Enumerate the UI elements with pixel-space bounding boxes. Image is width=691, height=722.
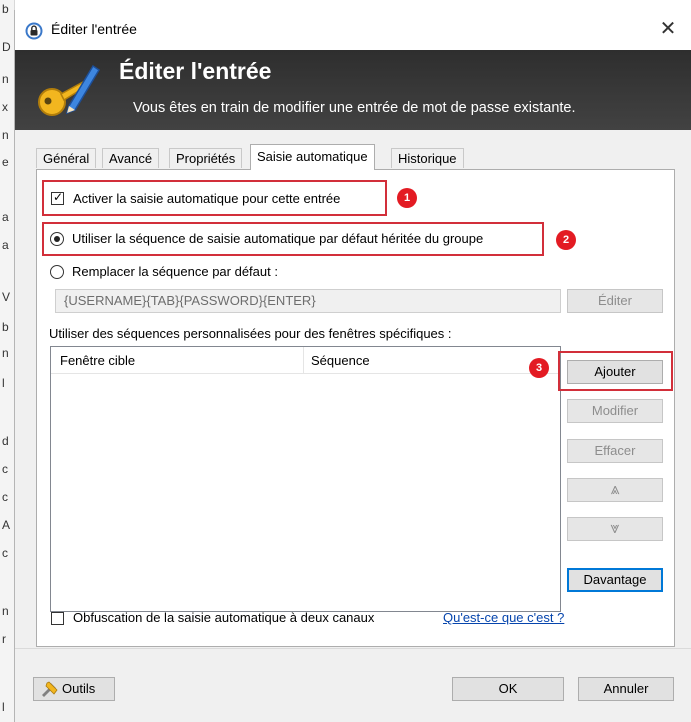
bg-char: c xyxy=(2,546,8,560)
annotation-badge-3: 3 xyxy=(529,358,549,378)
bg-char: b xyxy=(2,320,9,334)
delete-button[interactable]: Effacer xyxy=(567,439,663,463)
edit-entry-dialog: Éditer l'entrée ✕ Éditer l'entrée Vous ê… xyxy=(14,10,691,722)
bg-char: c xyxy=(2,490,8,504)
banner-subtitle: Vous êtes en train de modifier une entré… xyxy=(133,100,576,116)
bg-char: n xyxy=(2,128,9,142)
column-separator xyxy=(303,347,304,373)
move-down-button[interactable]: ⩔ xyxy=(567,517,663,541)
modify-button[interactable]: Modifier xyxy=(567,399,663,423)
banner-title: Éditer l'entrée xyxy=(119,58,272,84)
bg-char: a xyxy=(2,210,9,224)
annotation-badge-2: 2 xyxy=(556,230,576,250)
background-window-strip: b D n x n e a a V b n l d c c A c n r l xyxy=(0,0,15,722)
enable-autotype-label[interactable]: Activer la saisie automatique pour cette… xyxy=(73,191,340,206)
title-bar[interactable]: Éditer l'entrée ✕ xyxy=(15,10,691,50)
edit-sequence-button[interactable]: Éditer xyxy=(567,289,663,313)
annotation-badge-1: 1 xyxy=(397,188,417,208)
column-sequence[interactable]: Séquence xyxy=(311,353,370,368)
footer-separator xyxy=(15,648,691,649)
bg-char: n xyxy=(2,72,9,86)
bg-char: l xyxy=(2,376,5,390)
tools-label: Outils xyxy=(62,681,96,696)
bg-char: x xyxy=(2,100,8,114)
tab-properties[interactable]: Propriétés xyxy=(169,148,243,168)
obfuscation-label[interactable]: Obfuscation de la saisie automatique à d… xyxy=(73,610,374,625)
header-banner: Éditer l'entrée Vous êtes en train de mo… xyxy=(15,50,691,130)
bg-char: n xyxy=(2,346,9,360)
custom-sequences-label: Utiliser des séquences personnalisées po… xyxy=(49,326,452,341)
tools-button[interactable]: Outils xyxy=(33,677,115,701)
more-button[interactable]: Davantage xyxy=(567,568,663,592)
bg-char: l xyxy=(2,700,5,714)
move-up-button[interactable]: ⩓ xyxy=(567,478,663,502)
bg-char: V xyxy=(2,290,11,304)
cancel-button[interactable]: Annuler xyxy=(578,677,674,701)
column-target-window[interactable]: Fenêtre cible xyxy=(60,353,135,368)
radio-selected-dot xyxy=(54,236,60,242)
tab-general[interactable]: Général xyxy=(36,148,97,168)
obfuscation-checkbox[interactable] xyxy=(51,612,64,625)
bg-char: D xyxy=(2,40,11,54)
list-header: Fenêtre cible Séquence xyxy=(51,347,560,374)
close-button[interactable]: ✕ xyxy=(656,17,680,41)
bg-char: b xyxy=(2,2,9,16)
bg-char: c xyxy=(2,462,8,476)
enable-autotype-checkbox[interactable]: ✓ xyxy=(51,190,64,205)
bg-char: r xyxy=(2,632,6,646)
bg-char: A xyxy=(2,518,11,532)
tools-icon xyxy=(40,681,58,704)
window-title: Éditer l'entrée xyxy=(51,21,137,37)
tab-autotype[interactable]: Saisie automatique xyxy=(250,144,375,170)
lock-icon xyxy=(25,22,43,40)
add-button[interactable]: Ajouter xyxy=(567,360,663,384)
tab-history[interactable]: Historique xyxy=(391,148,464,168)
ok-button[interactable]: OK xyxy=(452,677,564,701)
inherit-sequence-label[interactable]: Utiliser la séquence de saisie automatiq… xyxy=(72,231,483,246)
inherit-sequence-radio[interactable] xyxy=(50,232,64,246)
key-pencil-icon xyxy=(31,56,101,124)
checkmark-icon: ✓ xyxy=(53,190,64,204)
default-sequence-field[interactable]: {USERNAME}{TAB}{PASSWORD}{ENTER} xyxy=(55,289,561,313)
bg-char: n xyxy=(2,604,9,618)
override-sequence-radio[interactable] xyxy=(50,265,64,279)
help-link[interactable]: Qu'est-ce que c'est ? xyxy=(443,610,564,625)
tab-advanced[interactable]: Avancé xyxy=(102,148,160,168)
bg-char: d xyxy=(2,434,9,448)
bg-char: e xyxy=(2,155,9,169)
bg-char: a xyxy=(2,238,9,252)
window-sequences-list[interactable]: Fenêtre cible Séquence xyxy=(50,346,561,612)
override-sequence-label[interactable]: Remplacer la séquence par défaut : xyxy=(72,264,278,279)
